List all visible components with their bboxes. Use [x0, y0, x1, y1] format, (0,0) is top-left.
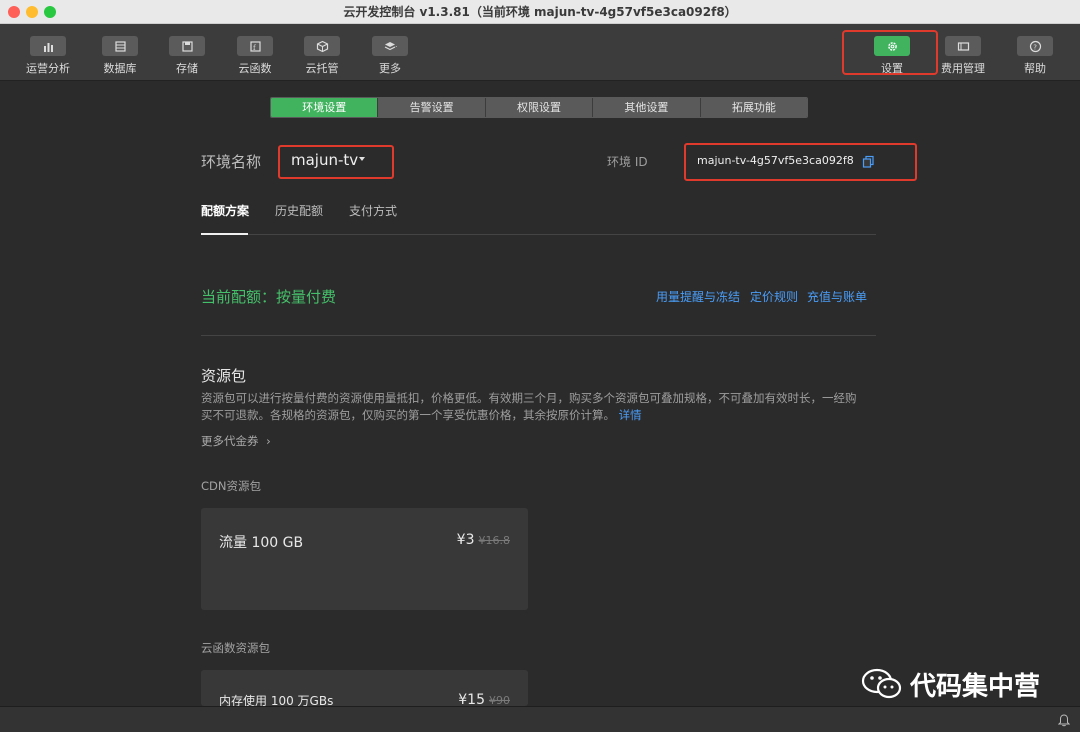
recharge-bills-link[interactable]: 充值与账单 — [807, 288, 867, 305]
watermark-text: 代码集中营 — [910, 671, 1041, 702]
function-section-label: 云函数资源包 — [201, 641, 270, 655]
toolbar-item-analytics[interactable]: 运营分析 — [18, 36, 78, 76]
watermark: 代码集中营 — [860, 664, 1040, 704]
price-value: ¥3 — [456, 532, 475, 548]
toolbar-label: 更多 — [379, 62, 401, 75]
section-divider — [201, 335, 876, 336]
pricing-rules-link[interactable]: 定价规则 — [750, 288, 798, 305]
details-link[interactable]: 详情 — [619, 408, 642, 422]
resource-packs-description: 资源包可以进行按量付费的资源使用量抵扣，价格更低。有效期三个月，购买多个资源包可… — [201, 390, 876, 424]
tab-permission-settings[interactable]: 权限设置 — [485, 98, 594, 117]
toolbar-item-functions[interactable]: f 云函数 — [225, 36, 285, 76]
status-bar — [0, 706, 1080, 732]
toolbar-item-billing[interactable]: 费用管理 — [933, 36, 993, 76]
save-icon — [181, 40, 193, 52]
cdn-pack-card[interactable]: 流量 100 GB ¥3 ¥16.8 — [201, 508, 528, 610]
help-icon: ? — [1029, 40, 1041, 52]
tab-other-settings[interactable]: 其他设置 — [593, 98, 701, 117]
env-name-label: 环境名称 — [201, 153, 262, 171]
subtab-quota-history[interactable]: 历史配额 — [275, 202, 323, 219]
cube-icon — [316, 40, 328, 52]
current-plan-text: 当前配额：按量付费 — [201, 288, 337, 306]
function-pack-card[interactable]: 内存使用 100 万GBs ¥15 ¥90 — [201, 670, 528, 708]
billing-icon — [957, 41, 969, 51]
function-icon: f — [249, 40, 261, 52]
subtab-payment-method[interactable]: 支付方式 — [349, 202, 397, 219]
original-price: ¥16.8 — [478, 534, 511, 547]
bell-icon[interactable] — [1058, 714, 1070, 727]
env-name-value[interactable]: majun-tv — [291, 151, 358, 169]
subtab-quota-plan[interactable]: 配额方案 — [201, 202, 249, 219]
title-bar: 云开发控制台 v1.3.81（当前环境 majun-tv-4g57vf5e3ca… — [0, 0, 1080, 24]
subtab-active-indicator — [201, 233, 248, 235]
database-icon — [114, 40, 126, 52]
description-line-2: 买不可退款。各规格的资源包，仅购买的第一个享受优惠价格，其余按原价计算。 — [201, 408, 615, 422]
svg-text:?: ? — [1033, 43, 1037, 51]
chevron-right-icon: › — [266, 434, 271, 448]
chevron-down-icon[interactable] — [359, 157, 365, 161]
wechat-logo-icon — [861, 668, 902, 699]
copy-icon[interactable] — [862, 155, 875, 168]
more-coupons-label: 更多代金券 — [201, 434, 259, 448]
cdn-pack-title: 流量 100 GB — [219, 535, 304, 551]
settings-tabs: 环境设置 告警设置 权限设置 其他设置 拓展功能 — [270, 97, 808, 118]
tab-alert-settings[interactable]: 告警设置 — [378, 98, 486, 117]
toolbar-item-help[interactable]: ? 帮助 — [1005, 36, 1065, 76]
tab-extensions[interactable]: 拓展功能 — [700, 98, 807, 117]
env-id-label: 环境 ID — [607, 155, 648, 169]
usage-alert-link[interactable]: 用量提醒与冻结 — [656, 288, 740, 305]
cdn-pack-price: ¥3 ¥16.8 — [457, 532, 510, 548]
bar-chart-icon — [43, 42, 53, 52]
window-title: 云开发控制台 v1.3.81（当前环境 majun-tv-4g57vf5e3ca… — [343, 5, 737, 19]
toolbar-item-storage[interactable]: 存储 — [157, 36, 217, 76]
tab-env-settings[interactable]: 环境设置 — [271, 98, 379, 117]
more-coupons-link[interactable]: 更多代金券 › — [201, 433, 271, 449]
layers-icon — [384, 41, 397, 50]
cdn-section-label: CDN资源包 — [201, 479, 261, 493]
toolbar-item-database[interactable]: 数据库 — [90, 36, 150, 76]
description-line-1: 资源包可以进行按量付费的资源使用量抵扣，价格更低。有效期三个月，购买多个资源包可… — [201, 391, 857, 405]
toolbar-item-more[interactable]: 更多 — [360, 36, 420, 76]
toolbar-label: 帮助 — [1024, 62, 1046, 75]
subtab-divider — [201, 234, 876, 235]
toolbar-label: 运营分析 — [26, 62, 70, 75]
toolbar-item-cloudrun[interactable]: 云托管 — [292, 36, 352, 76]
env-id-value: majun-tv-4g57vf5e3ca092f8 — [697, 154, 854, 167]
settings-highlight-box — [842, 30, 938, 75]
resource-packs-title: 资源包 — [201, 367, 247, 385]
